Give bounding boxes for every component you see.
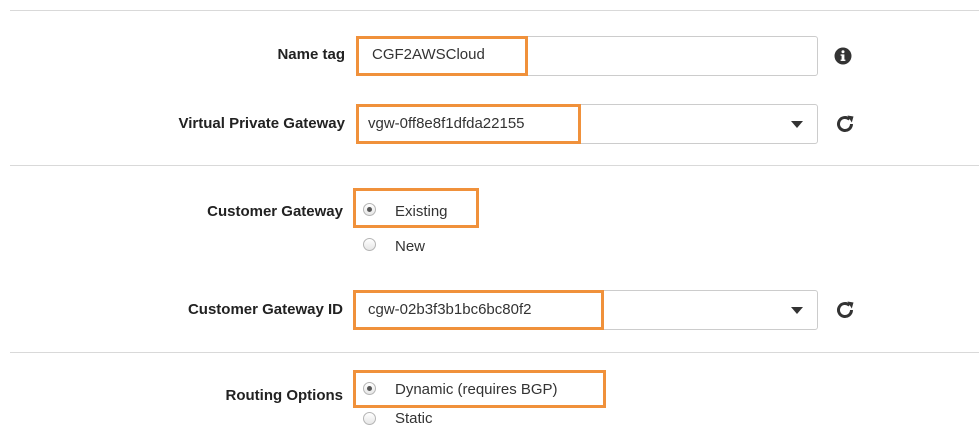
customer-gateway-existing-label: Existing [395,203,448,220]
virtual-private-gateway-label: Virtual Private Gateway [178,115,345,132]
chevron-down-icon[interactable] [791,121,803,128]
name-tag-label: Name tag [277,46,345,63]
routing-options-dynamic-label: Dynamic (requires BGP) [395,381,558,398]
routing-options-static-label: Static [395,410,433,427]
name-tag-value: CGF2AWSCloud [372,46,485,63]
customer-gateway-existing-radio[interactable] [363,203,376,216]
customer-gateway-id-value: cgw-02b3f3b1bc6bc80f2 [368,301,532,318]
customer-gateway-new-radio[interactable] [363,238,376,251]
refresh-icon[interactable] [835,300,855,320]
routing-options-static-radio[interactable] [363,412,376,425]
customer-gateway-id-label: Customer Gateway ID [187,301,343,318]
customer-gateway-label: Customer Gateway [207,203,343,220]
refresh-icon[interactable] [835,114,855,134]
routing-options-dynamic-radio[interactable] [363,382,376,395]
info-circle-icon[interactable] [834,47,852,65]
section-divider [10,352,979,353]
virtual-private-gateway-value: vgw-0ff8e8f1dfda22155 [368,115,525,132]
top-divider [10,10,979,11]
customer-gateway-new-label: New [395,238,426,255]
routing-options-label: Routing Options [225,387,343,404]
chevron-down-icon[interactable] [791,307,803,314]
section-divider [10,165,979,166]
